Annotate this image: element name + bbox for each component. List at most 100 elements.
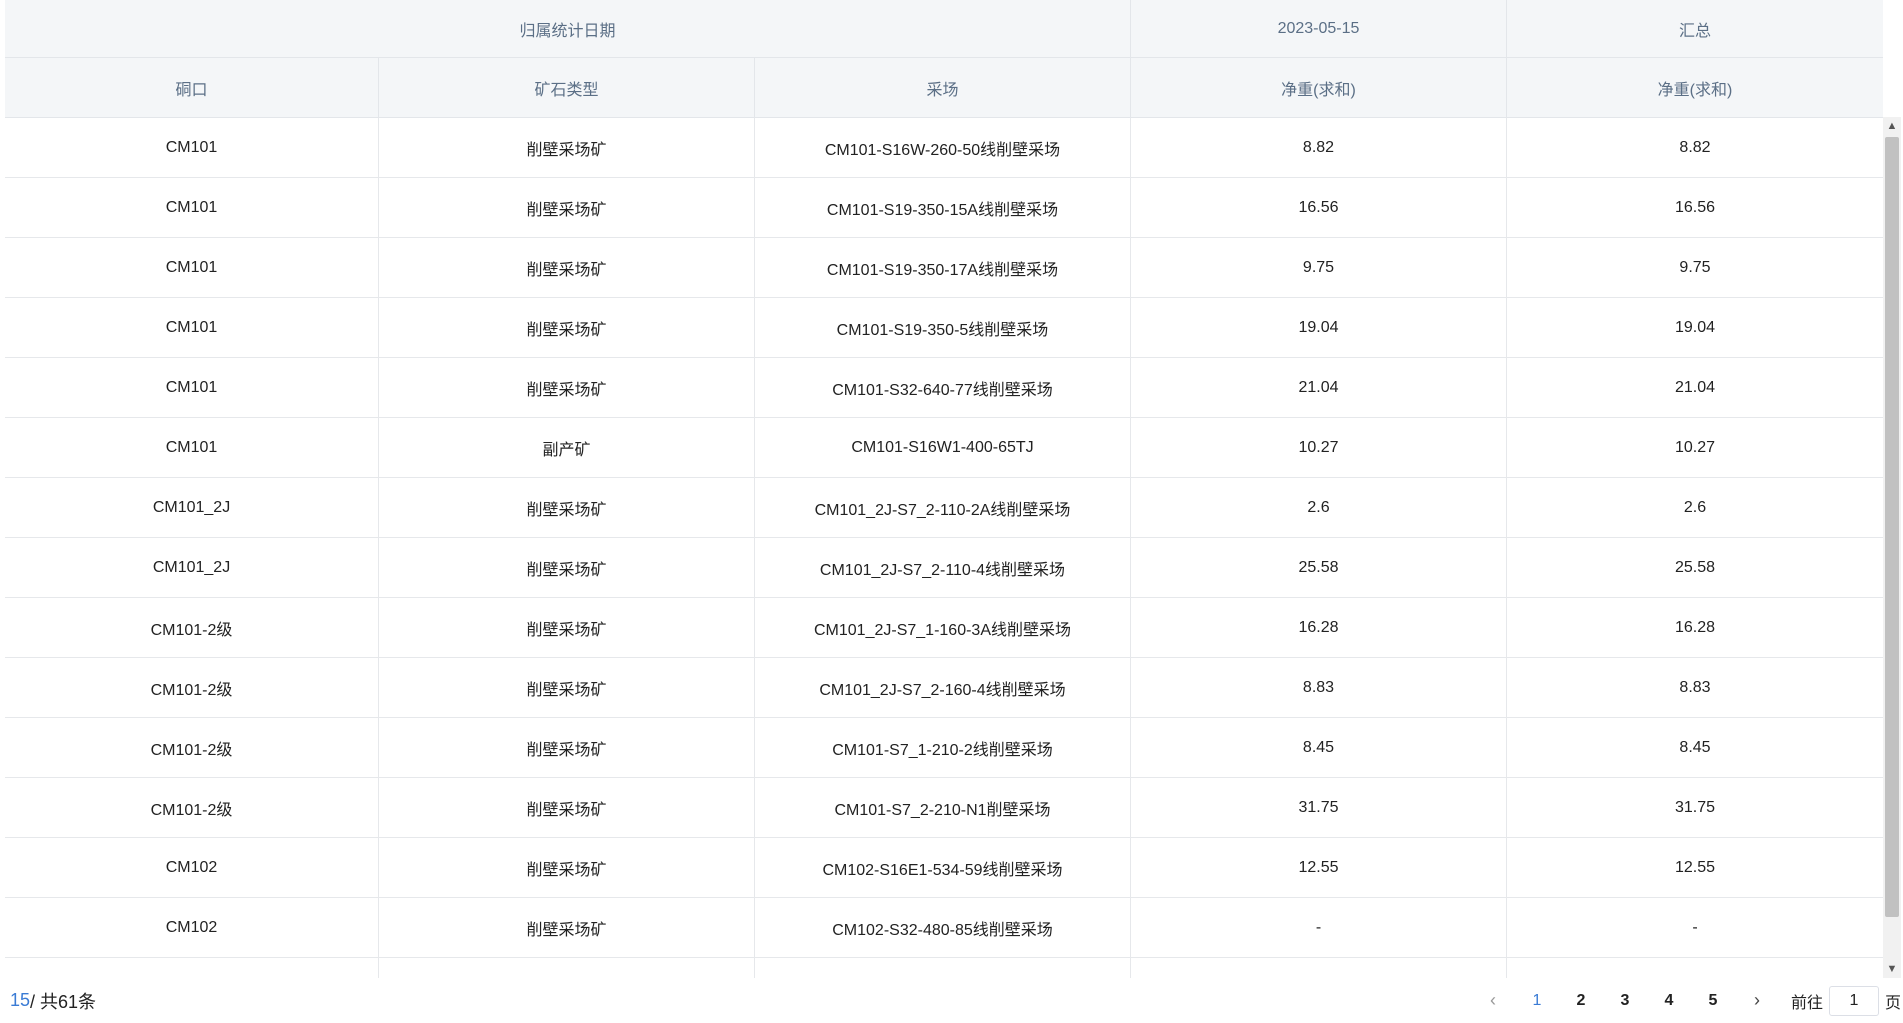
header-row-columns: 硐口 矿石类型 采场 净重(求和) 净重(求和) <box>5 58 1883 118</box>
cell-net-weight: 2.6 <box>1131 478 1507 537</box>
cell-net-weight-total: 8.45 <box>1679 738 1711 756</box>
column-header-stope[interactable]: 采场 <box>755 58 1131 117</box>
scroll-up-arrow-icon[interactable]: ▲ <box>1883 117 1901 135</box>
cell-entrance: CM101_2J <box>5 478 379 537</box>
cell-stope: CM101-S7_1-210-2线削壁采场 <box>755 718 1131 777</box>
page-button-3[interactable]: 3 <box>1603 985 1647 1017</box>
cell-empty <box>1507 958 1883 978</box>
table-row: CM101 削壁采场矿 CM101-S19-350-17A线削壁采场 9.75 … <box>5 238 1883 298</box>
cell-entrance: CM102 <box>5 898 379 957</box>
cell-entrance: CM101 <box>5 178 379 237</box>
cell-stope: CM102-S16E1-534-59线削壁采场 <box>755 838 1131 897</box>
cell-stope: CM101-S19-350-5线削壁采场 <box>755 298 1131 357</box>
goto-label: 前往 <box>1790 994 1823 1012</box>
page-suffix-label: 页 <box>1884 994 1901 1012</box>
cell-stope: CM101-S19-350-17A线削壁采场 <box>755 238 1131 297</box>
cell-entrance: CM101 <box>5 298 379 357</box>
cell-entrance: CM101-2级 <box>5 718 379 777</box>
cell-stope: CM101_2J-S7_2-160-4线削壁采场 <box>755 658 1131 717</box>
cell-stope: CM101-S32-640-77线削壁采场 <box>755 358 1131 417</box>
page-button-1[interactable]: 1 <box>1515 985 1559 1017</box>
cell-net-weight-total: 19.04 <box>1674 318 1716 336</box>
table-row: CM101 副产矿 CM101-S16W1-400-65TJ 10.27 10.… <box>5 418 1883 478</box>
table-row: CM102 削壁采场矿 CM102-S32-480-85线削壁采场 - - <box>5 898 1883 958</box>
cell-entrance: CM101_2J <box>5 538 379 597</box>
cell-stope: CM101_2J-S7_2-110-2A线削壁采场 <box>755 478 1131 537</box>
scrollbar-thumb[interactable] <box>1885 137 1899 917</box>
cell-net-weight-total: 9.75 <box>1679 258 1711 276</box>
cell-net-weight: 12.55 <box>1131 838 1507 897</box>
chevron-left-icon[interactable]: ‹ <box>1471 985 1515 1017</box>
vertical-scrollbar[interactable]: ▲ ▼ <box>1883 117 1901 978</box>
cell-net-weight: 8.45 <box>1131 718 1507 777</box>
table-row: CM101-2级 削壁采场矿 CM101_2J-S7_1-160-3A线削壁采场… <box>5 598 1883 658</box>
cell-net-weight-total: 10.27 <box>1674 438 1716 456</box>
cell-net-weight-total: 2.6 <box>1683 498 1707 516</box>
cell-net-weight: 19.04 <box>1131 298 1507 357</box>
cell-net-weight: 25.58 <box>1131 538 1507 597</box>
cell-stope: CM101_2J-S7_2-110-4线削壁采场 <box>755 538 1131 597</box>
page-button-2[interactable]: 2 <box>1559 985 1603 1017</box>
cell-net-weight-total: 31.75 <box>1674 798 1716 816</box>
cell-ore-type: 削壁采场矿 <box>379 658 755 717</box>
cell-entrance: CM101 <box>5 238 379 297</box>
current-count: 15 <box>10 990 31 1010</box>
cell-entrance: CM101 <box>5 118 379 177</box>
cell-ore-type: 削壁采场矿 <box>379 478 755 537</box>
cell-net-weight: 8.82 <box>1131 118 1507 177</box>
cell-net-weight-total: 25.58 <box>1674 558 1716 576</box>
cell-ore-type: 削壁采场矿 <box>379 718 755 777</box>
table-row: CM101_2J 削壁采场矿 CM101_2J-S7_2-110-2A线削壁采场… <box>5 478 1883 538</box>
cell-net-weight-total: 8.83 <box>1679 678 1711 696</box>
total-count: 15 / 共61条 <box>10 978 96 1023</box>
cell-net-weight-total: 12.55 <box>1674 858 1716 876</box>
page-button-4[interactable]: 4 <box>1647 985 1691 1017</box>
scroll-down-arrow-icon[interactable]: ▼ <box>1883 960 1901 978</box>
cell-entrance: CM101 <box>5 358 379 417</box>
cell-ore-type: 削壁采场矿 <box>379 778 755 837</box>
cell-ore-type: 削壁采场矿 <box>379 238 755 297</box>
cell-ore-type: 削壁采场矿 <box>379 118 755 177</box>
cell-ore-type: 削壁采场矿 <box>379 178 755 237</box>
cell-net-weight-total: 16.28 <box>1674 618 1716 636</box>
column-header-ore-type[interactable]: 矿石类型 <box>379 58 755 117</box>
cell-stope: CM101-S16W-260-50线削壁采场 <box>755 118 1131 177</box>
cell-stope: CM102-S32-480-85线削壁采场 <box>755 898 1131 957</box>
column-header-net-weight-total[interactable]: 净重(求和) <box>1507 58 1883 117</box>
cell-net-weight-total: - <box>1692 918 1698 936</box>
cell-ore-type: 副产矿 <box>379 418 755 477</box>
cell-stope: CM101-S16W1-400-65TJ <box>755 418 1131 477</box>
cell-net-weight-total: 21.04 <box>1674 378 1716 396</box>
table-row: CM101 削壁采场矿 CM101-S19-350-5线削壁采场 19.04 1… <box>5 298 1883 358</box>
cell-ore-type: 削壁采场矿 <box>379 838 755 897</box>
table-row: CM101-2级 削壁采场矿 CM101-S7_1-210-2线削壁采场 8.4… <box>5 718 1883 778</box>
cell-entrance: CM101-2级 <box>5 778 379 837</box>
table-row: CM101 削壁采场矿 CM101-S19-350-15A线削壁采场 16.56… <box>5 178 1883 238</box>
cell-empty <box>5 958 379 978</box>
page-button-5[interactable]: 5 <box>1691 985 1735 1017</box>
cell-entrance: CM101 <box>5 418 379 477</box>
table-body: CM101 削壁采场矿 CM101-S16W-260-50线削壁采场 8.82 … <box>5 118 1883 978</box>
column-header-net-weight[interactable]: 净重(求和) <box>1131 58 1507 117</box>
pivot-table: 归属统计日期 2023-05-15 汇总 硐口 矿石类型 采场 净重(求和) 净… <box>5 0 1901 978</box>
table-row: CM101-2级 削壁采场矿 CM101-S7_2-210-N1削壁采场 31.… <box>5 778 1883 838</box>
table-row: CM102 削壁采场矿 CM102-S16E1-534-59线削壁采场 12.5… <box>5 838 1883 898</box>
table-row-partial <box>5 958 1883 978</box>
cell-entrance: CM102 <box>5 838 379 897</box>
header-date-value: 2023-05-15 <box>1131 0 1507 57</box>
goto-page-input[interactable] <box>1828 985 1879 1016</box>
header-summary: 汇总 <box>1678 22 1711 40</box>
cell-net-weight: 16.28 <box>1131 598 1507 657</box>
header-row-group: 归属统计日期 2023-05-15 汇总 <box>5 0 1883 58</box>
cell-stope: CM101-S19-350-15A线削壁采场 <box>755 178 1131 237</box>
cell-net-weight: 31.75 <box>1131 778 1507 837</box>
chevron-right-icon[interactable]: › <box>1735 985 1779 1017</box>
cell-stope: CM101_2J-S7_1-160-3A线削壁采场 <box>755 598 1131 657</box>
cell-empty <box>379 958 755 978</box>
cell-net-weight: 10.27 <box>1131 418 1507 477</box>
pagination: ‹ 1 2 3 4 5 › 前往 页 <box>1471 978 1901 1023</box>
table-row: CM101-2级 削壁采场矿 CM101_2J-S7_2-160-4线削壁采场 … <box>5 658 1883 718</box>
column-header-entrance[interactable]: 硐口 <box>5 58 379 117</box>
cell-stope: CM101-S7_2-210-N1削壁采场 <box>755 778 1131 837</box>
cell-ore-type: 削壁采场矿 <box>379 538 755 597</box>
